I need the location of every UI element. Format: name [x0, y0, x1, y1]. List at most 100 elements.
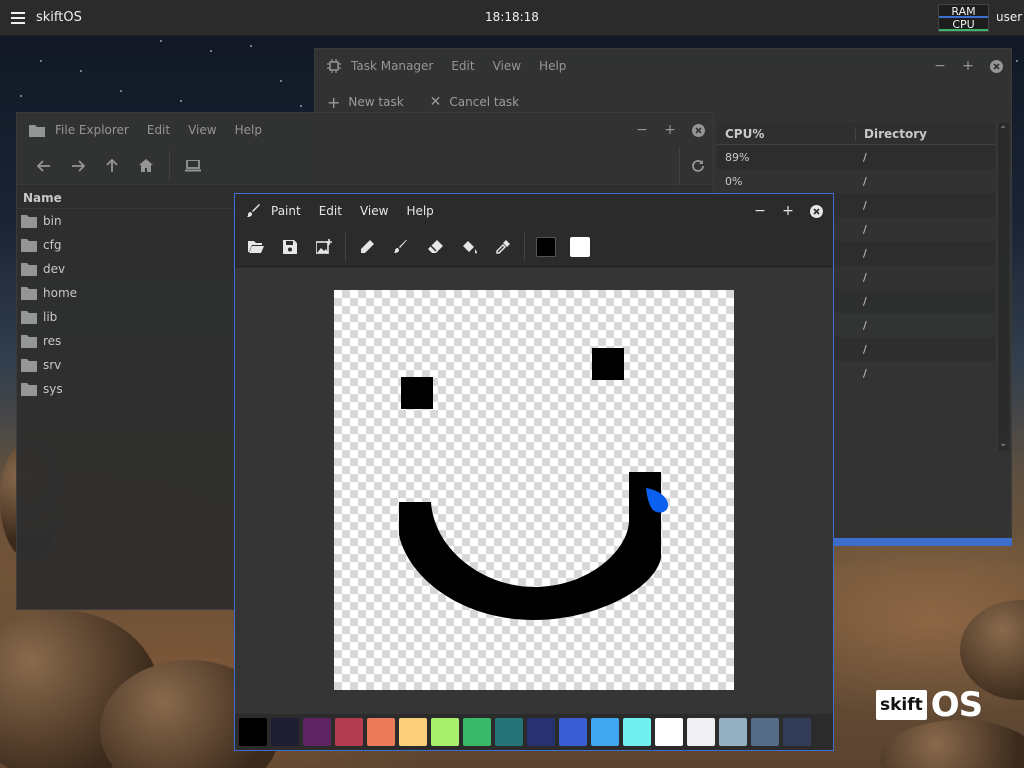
new-task-button[interactable]: + New task — [327, 93, 404, 112]
palette-swatch[interactable] — [783, 718, 811, 746]
palette-swatch[interactable] — [655, 718, 683, 746]
menu-view[interactable]: View — [493, 59, 521, 73]
star — [80, 70, 82, 72]
maximize-button[interactable]: + — [663, 122, 677, 138]
menu-help[interactable]: Help — [539, 59, 566, 73]
palette-swatch[interactable] — [591, 718, 619, 746]
brush-tool[interactable] — [384, 230, 418, 264]
forward-button[interactable] — [61, 151, 95, 181]
open-button[interactable] — [239, 230, 273, 264]
minimize-button[interactable]: − — [635, 122, 649, 138]
palette-swatch[interactable] — [399, 718, 427, 746]
home-button[interactable] — [129, 151, 163, 181]
left-eye-mark — [401, 377, 433, 409]
palette-swatch[interactable] — [367, 718, 395, 746]
maximize-button[interactable]: + — [781, 203, 795, 219]
eraser-tool[interactable] — [418, 230, 452, 264]
close-button[interactable] — [691, 123, 705, 137]
menu-edit[interactable]: Edit — [451, 59, 474, 73]
cell-directory: / — [863, 342, 867, 356]
selection-accent — [834, 538, 1012, 546]
palette-swatch[interactable] — [335, 718, 363, 746]
table-row[interactable]: 0% / — [717, 169, 995, 193]
cell-cpu: 89% — [725, 150, 750, 164]
list-item[interactable]: sys — [17, 377, 237, 401]
close-icon — [691, 123, 705, 137]
new-image-button[interactable] — [307, 230, 341, 264]
file-explorer-titlebar[interactable]: File Explorer Edit View Help − + — [17, 113, 713, 147]
list-item[interactable]: home — [17, 281, 237, 305]
list-item[interactable]: bin — [17, 209, 237, 233]
up-button[interactable] — [95, 151, 129, 181]
computer-button[interactable] — [176, 151, 210, 181]
folder-name: srv — [43, 358, 62, 372]
folder-icon — [21, 214, 37, 228]
column-directory[interactable]: Directory — [855, 126, 995, 141]
palette-swatch[interactable] — [431, 718, 459, 746]
cell-directory: / — [863, 222, 867, 236]
scrollbar[interactable]: ⌃ ⌄ — [997, 123, 1009, 451]
task-manager-title: Task Manager — [351, 59, 434, 73]
palette-swatch[interactable] — [751, 718, 779, 746]
pencil-icon — [361, 239, 374, 253]
paint-titlebar[interactable]: Paint Edit View Help − + — [235, 194, 833, 227]
drawing-canvas[interactable] — [334, 290, 734, 690]
cell-directory: / — [863, 270, 867, 284]
menu-help[interactable]: Help — [235, 123, 262, 137]
minimize-button[interactable]: − — [753, 203, 767, 219]
folder-icon — [21, 334, 37, 348]
list-item[interactable]: cfg — [17, 233, 237, 257]
save-button[interactable] — [273, 230, 307, 264]
list-item[interactable]: res — [17, 329, 237, 353]
palette-swatch[interactable] — [719, 718, 747, 746]
cell-cpu: 0% — [725, 174, 743, 188]
column-name[interactable]: Name — [17, 187, 237, 209]
cell-directory: / — [863, 198, 867, 212]
palette-swatch[interactable] — [495, 718, 523, 746]
star — [1016, 60, 1018, 62]
secondary-color-button[interactable] — [563, 230, 597, 264]
list-item[interactable]: lib — [17, 305, 237, 329]
user-menu[interactable]: user — [996, 10, 1022, 24]
cell-directory: / — [863, 174, 867, 188]
menu-edit[interactable]: Edit — [319, 204, 342, 218]
skiftos-logo: skift OS — [876, 688, 983, 722]
palette-swatch[interactable] — [239, 718, 267, 746]
cpu-meter: CPU — [939, 18, 988, 31]
palette-swatch[interactable] — [623, 718, 651, 746]
cell-directory: / — [863, 366, 867, 380]
folder-icon — [29, 125, 45, 137]
resource-meters[interactable]: RAM CPU — [938, 4, 989, 32]
palette-swatch[interactable] — [303, 718, 331, 746]
pencil-tool[interactable] — [350, 230, 384, 264]
list-item[interactable]: dev — [17, 257, 237, 281]
back-button[interactable] — [27, 151, 61, 181]
plus-icon: + — [327, 92, 341, 112]
secondary-color-swatch — [570, 236, 590, 257]
image-add-icon — [316, 239, 332, 254]
menu-view[interactable]: View — [188, 123, 216, 137]
color-picker-tool[interactable] — [486, 230, 520, 264]
task-manager-titlebar[interactable]: Task Manager Edit View Help − + — [315, 49, 1011, 83]
palette-swatch[interactable] — [527, 718, 555, 746]
primary-color-button[interactable] — [529, 230, 563, 264]
maximize-button[interactable]: + — [961, 58, 975, 74]
app-menu-button[interactable] — [0, 0, 36, 36]
cancel-task-button[interactable]: ✕ Cancel task — [430, 94, 519, 110]
minimize-button[interactable]: − — [933, 58, 947, 74]
palette-swatch[interactable] — [559, 718, 587, 746]
menu-help[interactable]: Help — [406, 204, 433, 218]
menu-edit[interactable]: Edit — [147, 123, 170, 137]
palette-swatch[interactable] — [271, 718, 299, 746]
menu-view[interactable]: View — [360, 204, 388, 218]
new-task-label: New task — [348, 95, 404, 109]
palette-swatch[interactable] — [687, 718, 715, 746]
column-cpu[interactable]: CPU% — [717, 127, 855, 141]
table-row[interactable]: 89% / — [717, 145, 995, 169]
list-item[interactable]: srv — [17, 353, 237, 377]
refresh-button[interactable] — [681, 151, 715, 181]
fill-tool[interactable] — [452, 230, 486, 264]
close-button[interactable] — [989, 59, 1003, 73]
palette-swatch[interactable] — [463, 718, 491, 746]
close-button[interactable] — [809, 204, 823, 218]
